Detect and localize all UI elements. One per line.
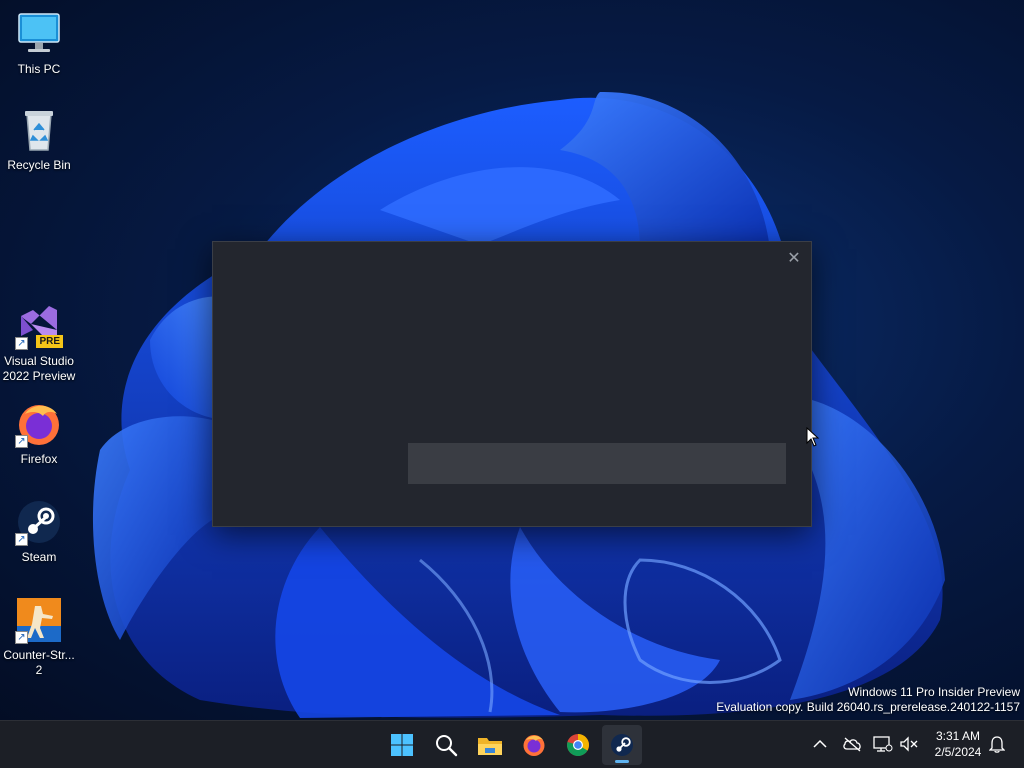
desktop-icon-label: This PC [17,62,61,76]
desktop-icon-label: Recycle Bin [7,158,71,172]
tray-onedrive[interactable] [841,733,863,755]
mouse-cursor-icon [806,427,820,447]
desktop-icon-label: Visual Studio 2022 Preview [2,354,76,383]
desktop-icon-label: Counter-Str... 2 [3,648,75,677]
chrome-icon [567,734,589,756]
watermark-edition: Windows 11 Pro Insider Preview [848,685,1020,699]
visual-studio-icon: PRE ↗ [15,302,63,350]
active-app-indicator [615,760,629,763]
desktop: This PC Recycle Bin PRE ↗ Visual Studio … [0,0,1024,720]
volume-muted-icon [900,736,918,752]
close-icon: ✕ [787,250,801,267]
progress-bar [408,443,786,484]
show-hidden-icons-button[interactable] [809,733,831,755]
clock-time: 3:31 AM [935,729,981,743]
taskbar-steam[interactable] [602,725,642,765]
desktop-icon-visual-studio[interactable]: PRE ↗ Visual Studio 2022 Preview [2,302,76,384]
desktop-icon-firefox[interactable]: ↗ Firefox [2,400,76,467]
cloud-offline-icon [843,737,861,752]
shortcut-arrow-icon: ↗ [15,533,28,546]
loading-dialog: ✕ [212,241,812,527]
shortcut-arrow-icon: ↗ [15,631,28,644]
desktop-icon-recycle-bin[interactable]: Recycle Bin [2,106,76,173]
search-icon [436,735,458,757]
taskbar-firefox[interactable] [514,725,554,765]
desktop-icon-steam[interactable]: ↗ Steam [2,498,76,565]
steam-icon: ↗ [15,498,63,546]
watermark-build: Evaluation copy. Build 26040.rs_prerelea… [716,700,1020,714]
desktop-icon-this-pc[interactable]: This PC [2,10,76,77]
bell-icon [989,736,1005,753]
desktop-icon-counter-strike[interactable]: ↗ Counter-Str... 2 [2,596,76,678]
recycle-bin-icon [15,106,63,154]
clock-date: 2/5/2024 [934,745,982,759]
network-icon [873,736,893,752]
start-icon [391,734,413,756]
tray-volume[interactable] [898,733,920,755]
preview-badge: PRE [36,335,63,348]
chevron-up-icon [813,739,827,748]
search-button[interactable] [426,725,466,765]
evaluation-watermark: Windows 11 Pro Insider Preview Evaluatio… [716,685,1020,715]
shortcut-arrow-icon: ↗ [15,337,28,350]
monitor-icon [15,10,63,58]
start-button[interactable] [382,725,422,765]
shortcut-arrow-icon: ↗ [15,435,28,448]
tray-network[interactable] [872,733,894,755]
desktop-icon-label: Steam [21,550,57,564]
firefox-icon [523,735,545,756]
close-button[interactable]: ✕ [785,249,803,267]
firefox-icon: ↗ [15,400,63,448]
taskbar: 3:31 AM 2/5/2024 [0,720,1024,768]
steam-icon [611,734,633,756]
desktop-icon-label: Firefox [20,452,58,466]
taskbar-chrome[interactable] [558,725,598,765]
taskbar-clock[interactable]: 3:31 AM 2/5/2024 [922,728,994,760]
notifications-button[interactable] [986,733,1008,755]
counter-strike-icon: ↗ [15,596,63,644]
taskbar-file-explorer[interactable] [470,725,510,765]
file-explorer-icon [478,738,502,755]
